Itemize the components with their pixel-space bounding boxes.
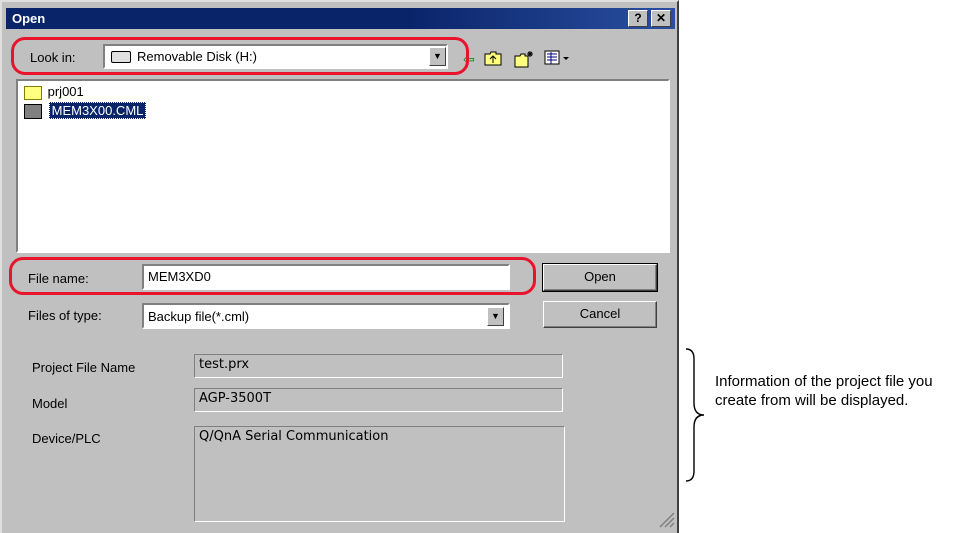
resize-grip-icon[interactable]	[652, 505, 676, 529]
help-button[interactable]: ?	[628, 10, 648, 27]
files-of-type-value: Backup file(*.cml)	[148, 309, 250, 324]
close-button[interactable]: ✕	[651, 10, 671, 27]
up-folder-icon[interactable]	[484, 50, 502, 68]
device-plc-label: Device/PLC	[32, 431, 101, 446]
annotation-brace	[685, 348, 705, 482]
files-of-type-label: Files of type:	[28, 308, 102, 323]
folder-name: prj001	[47, 84, 84, 99]
view-menu-icon[interactable]	[543, 50, 573, 68]
folder-icon	[24, 85, 42, 100]
project-file-name-field: test.prx	[194, 354, 563, 378]
model-label: Model	[32, 396, 68, 411]
cml-file-icon	[24, 104, 42, 120]
look-in-highlight	[11, 37, 469, 75]
file-name-selected: MEM3X00.CML	[48, 102, 147, 119]
dialog-title: Open	[12, 11, 46, 26]
file-name-highlight	[9, 257, 536, 295]
annotation-text: Information of the project file you crea…	[715, 373, 933, 409]
project-file-name-label: Project File Name	[32, 360, 136, 375]
files-of-type-combo[interactable]: Backup file(*.cml) ▼	[142, 303, 510, 329]
model-field: AGP-3500T	[194, 388, 563, 412]
files-of-type-dropdown-button[interactable]: ▼	[487, 307, 504, 326]
open-button[interactable]: Open	[542, 263, 658, 292]
title-bar[interactable]: Open ? ✕	[6, 8, 675, 29]
file-list[interactable]: prj001 MEM3X00.CML	[16, 79, 670, 253]
new-folder-icon[interactable]	[514, 50, 533, 68]
list-item-file[interactable]: MEM3X00.CML	[24, 102, 147, 120]
list-item-folder[interactable]: prj001	[24, 83, 84, 100]
cancel-button[interactable]: Cancel	[543, 301, 657, 328]
device-plc-field: Q/QnA Serial Communication	[194, 426, 565, 522]
